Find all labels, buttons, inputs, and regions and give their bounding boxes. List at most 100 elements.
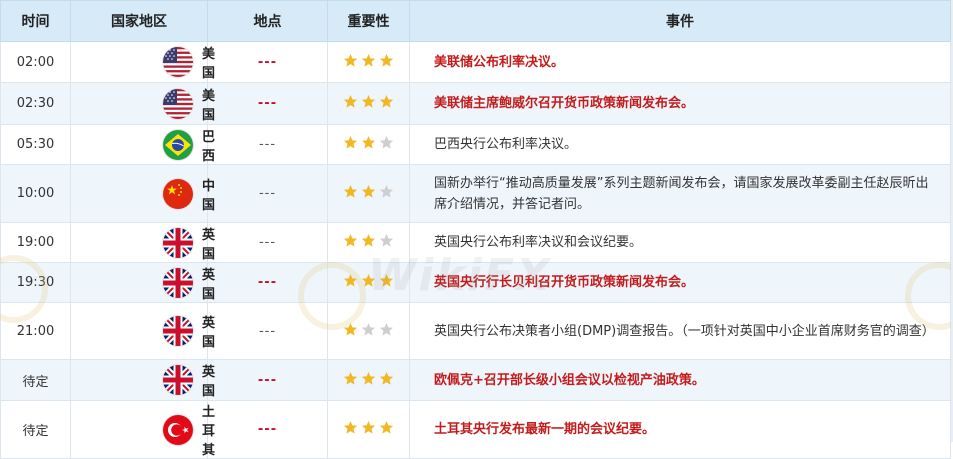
star-filled-icon [343,273,358,288]
event-location: --- [207,359,328,401]
event-location: --- [207,302,328,360]
br-flag-icon [163,129,193,160]
uk-flag-icon [163,267,193,298]
event-location: --- [207,164,328,223]
star-filled-icon [343,53,358,68]
location-text: --- [258,186,277,201]
importance-stars [343,371,394,386]
event-description[interactable]: 英国央行行长贝利召开货币政策新闻发布会。 [409,262,951,303]
event-importance [327,222,410,263]
table-header-row: 时间 国家地区 地点 重要性 事件 [0,0,951,42]
star-empty-icon [379,233,394,248]
uk-flag-icon [163,365,193,395]
country-name: 英国 [202,316,216,350]
event-importance [327,400,410,459]
country-name: 英国 [202,227,216,262]
event-country: 美国 [70,41,215,83]
header-country: 国家地区 [70,0,208,42]
event-description[interactable]: 美联储公布利率决议。 [409,41,951,83]
location-text: --- [257,96,278,111]
star-filled-icon [343,233,358,248]
event-country: 美国 [70,82,215,125]
event-time: 02:30 [0,82,71,125]
importance-stars [343,135,394,150]
header-location: 地点 [207,0,328,42]
tr-flag-icon [163,414,193,445]
event-country: 英国 [70,262,215,303]
country-name: 美国 [202,88,216,123]
event-location: --- [207,82,328,125]
event-time: 19:00 [0,222,71,263]
table-body: 02:00 美国 --- 美联储公布利率决议。 02:30 美国 --- 美联储… [0,41,951,459]
event-description[interactable]: 英国央行公布决策者小组(DMP)调查报告。（一项针对英国中小企业首席财务官的调查… [409,302,951,360]
table-row[interactable]: 待定 英国 --- 欧佩克+召开部长级小组会议以检视产油政策。 [0,359,951,401]
event-location: --- [207,41,328,83]
star-filled-icon [379,53,394,68]
star-filled-icon [343,135,358,150]
event-importance [327,262,410,303]
location-text: --- [258,137,277,152]
star-filled-icon [361,184,376,199]
us-flag-icon [163,88,193,119]
star-filled-icon [361,233,376,248]
importance-stars [343,184,394,199]
event-time: 05:30 [0,124,71,165]
table-row[interactable]: 21:00 英国 --- 英国央行公布决策者小组(DMP)调查报告。（一项针对英… [0,302,951,360]
table-row[interactable]: 10:00 中国 --- 国新办举行“推动高质量发展”系列主题新闻发布会，请国家… [0,164,951,223]
header-event: 事件 [409,0,951,42]
star-filled-icon [343,184,358,199]
star-filled-icon [361,53,376,68]
star-empty-icon [361,322,376,337]
star-filled-icon [379,420,394,435]
event-location: --- [207,400,328,459]
event-description[interactable]: 欧佩克+召开部长级小组会议以检视产油政策。 [409,359,951,401]
location-text: --- [258,235,277,250]
importance-stars [343,233,394,248]
table-row[interactable]: 19:00 英国 --- 英国央行公布利率决议和会议纪要。 [0,222,951,263]
event-importance [327,164,410,223]
location-text: --- [258,323,277,339]
event-country: 中国 [70,164,215,223]
star-filled-icon [361,135,376,150]
country-name: 土耳其 [202,405,216,458]
event-time: 19:30 [0,262,71,303]
uk-flag-icon [163,227,193,258]
table-row[interactable]: 05:30 巴西 --- 巴西央行公布利率决议。 [0,124,951,165]
economic-calendar-table: 时间 国家地区 地点 重要性 事件 02:00 美国 --- 美联储公布利率决议… [0,0,951,459]
country-name: 中国 [202,178,216,213]
event-description[interactable]: 土耳其央行发布最新一期的会议纪要。 [409,400,951,459]
table-row[interactable]: 02:00 美国 --- 美联储公布利率决议。 [0,41,951,83]
importance-stars [343,94,394,109]
table-row[interactable]: 19:30 英国 --- 英国央行行长贝利召开货币政策新闻发布会。 [0,262,951,303]
country-name: 巴西 [202,129,216,164]
cn-flag-icon [163,178,193,209]
country-name: 美国 [202,47,216,81]
event-description[interactable]: 国新办举行“推动高质量发展”系列主题新闻发布会，请国家发展改革委副主任赵辰昕出席… [409,164,951,223]
event-country: 巴西 [70,124,215,165]
location-text: --- [257,372,278,388]
us-flag-icon [163,47,193,77]
location-text: --- [257,54,278,70]
event-description[interactable]: 英国央行公布利率决议和会议纪要。 [409,222,951,263]
star-filled-icon [361,420,376,435]
location-text: --- [257,422,278,437]
table-row[interactable]: 待定 土耳其 --- 土耳其央行发布最新一期的会议纪要。 [0,400,951,459]
star-filled-icon [343,371,358,386]
star-filled-icon [379,94,394,109]
star-empty-icon [379,322,394,337]
star-filled-icon [361,371,376,386]
importance-stars [343,273,394,288]
importance-stars [343,420,394,435]
location-text: --- [257,275,278,290]
event-importance [327,124,410,165]
event-description[interactable]: 巴西央行公布利率决议。 [409,124,951,165]
star-filled-icon [343,94,358,109]
event-country: 英国 [70,302,215,360]
event-importance [327,82,410,125]
country-name: 英国 [202,365,216,399]
event-time: 待定 [0,359,71,401]
event-country: 英国 [70,359,215,401]
table-row[interactable]: 02:30 美国 --- 美联储主席鲍威尔召开货币政策新闻发布会。 [0,82,951,125]
uk-flag-icon [163,316,193,346]
event-description[interactable]: 美联储主席鲍威尔召开货币政策新闻发布会。 [409,82,951,125]
